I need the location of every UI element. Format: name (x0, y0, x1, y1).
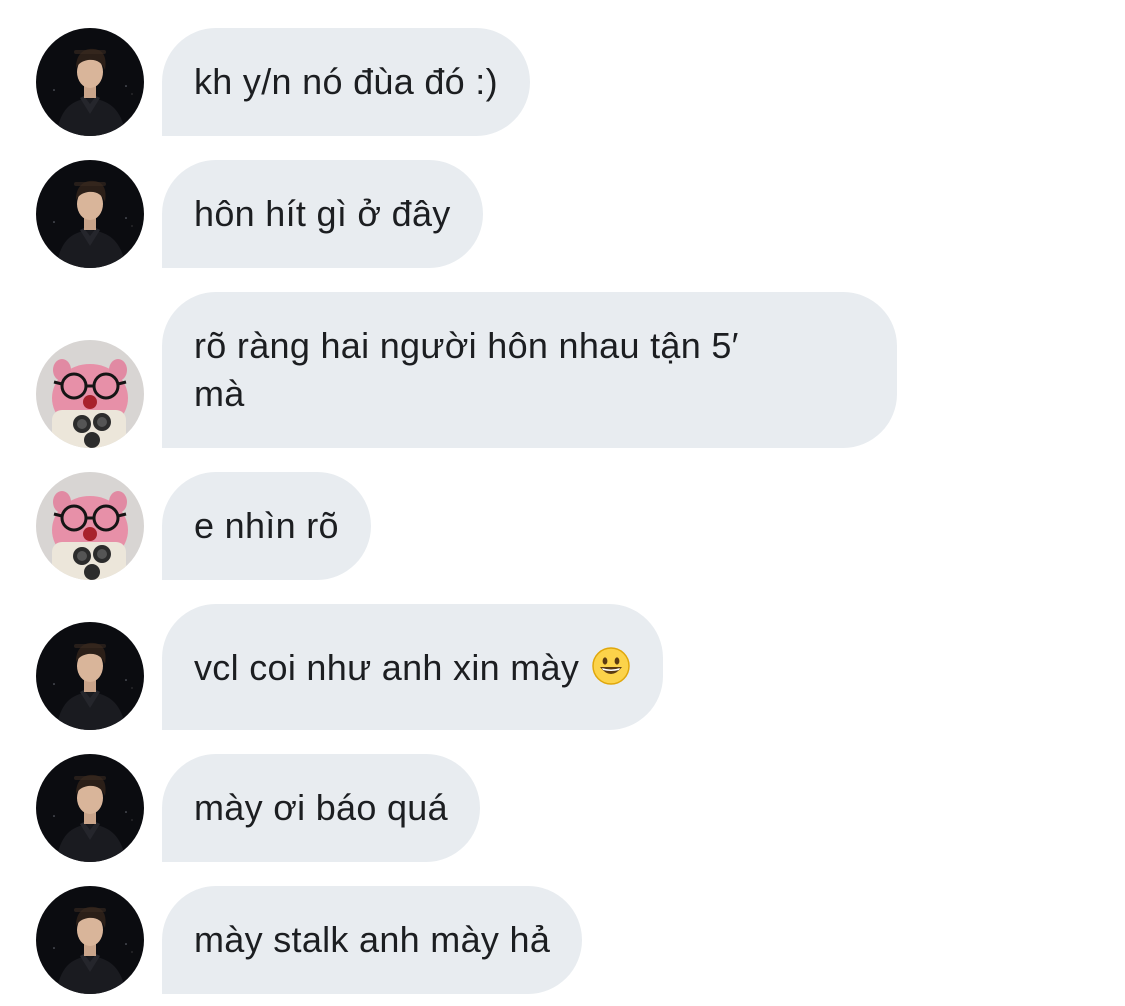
message-bubble[interactable]: vcl coi như anh xin mày (162, 604, 664, 730)
message-text: e nhìn rõ (194, 505, 339, 546)
message-text: rõ ràng hai người hôn nhau tận 5′ mà (194, 325, 739, 414)
message-text: mày stalk anh mày hả (194, 919, 551, 960)
message-text: vcl coi như anh xin mày (194, 647, 590, 688)
message-bubble[interactable]: hôn hít gì ở đây (162, 160, 483, 268)
user-avatar[interactable] (36, 622, 144, 730)
man-avatar-icon (36, 886, 144, 994)
message-bubble[interactable]: rõ ràng hai người hôn nhau tận 5′ mà (162, 292, 897, 448)
message-text: kh y/n nó đùa đó :) (194, 61, 498, 102)
message-thread: kh y/n nó đùa đó :) hôn hít gì ở đây rõ … (0, 0, 1125, 1006)
man-avatar-icon (36, 160, 144, 268)
man-avatar-icon (36, 622, 144, 730)
user-avatar[interactable] (36, 160, 144, 268)
user-avatar[interactable] (36, 340, 144, 448)
message-bubble[interactable]: mày ơi báo quá (162, 754, 480, 862)
message-bubble[interactable]: e nhìn rõ (162, 472, 371, 580)
message-text: mày ơi báo quá (194, 787, 448, 828)
man-avatar-icon (36, 28, 144, 136)
message-text: hôn hít gì ở đây (194, 193, 451, 234)
pig-avatar-icon (36, 472, 144, 580)
grinning-face-emoji-icon (591, 646, 631, 686)
message-bubble[interactable]: mày stalk anh mày hả (162, 886, 583, 994)
user-avatar[interactable] (36, 28, 144, 136)
message-bubble[interactable]: kh y/n nó đùa đó :) (162, 28, 530, 136)
man-avatar-icon (36, 754, 144, 862)
user-avatar[interactable] (36, 754, 144, 862)
user-avatar[interactable] (36, 886, 144, 994)
pig-avatar-icon (36, 340, 144, 448)
user-avatar[interactable] (36, 472, 144, 580)
